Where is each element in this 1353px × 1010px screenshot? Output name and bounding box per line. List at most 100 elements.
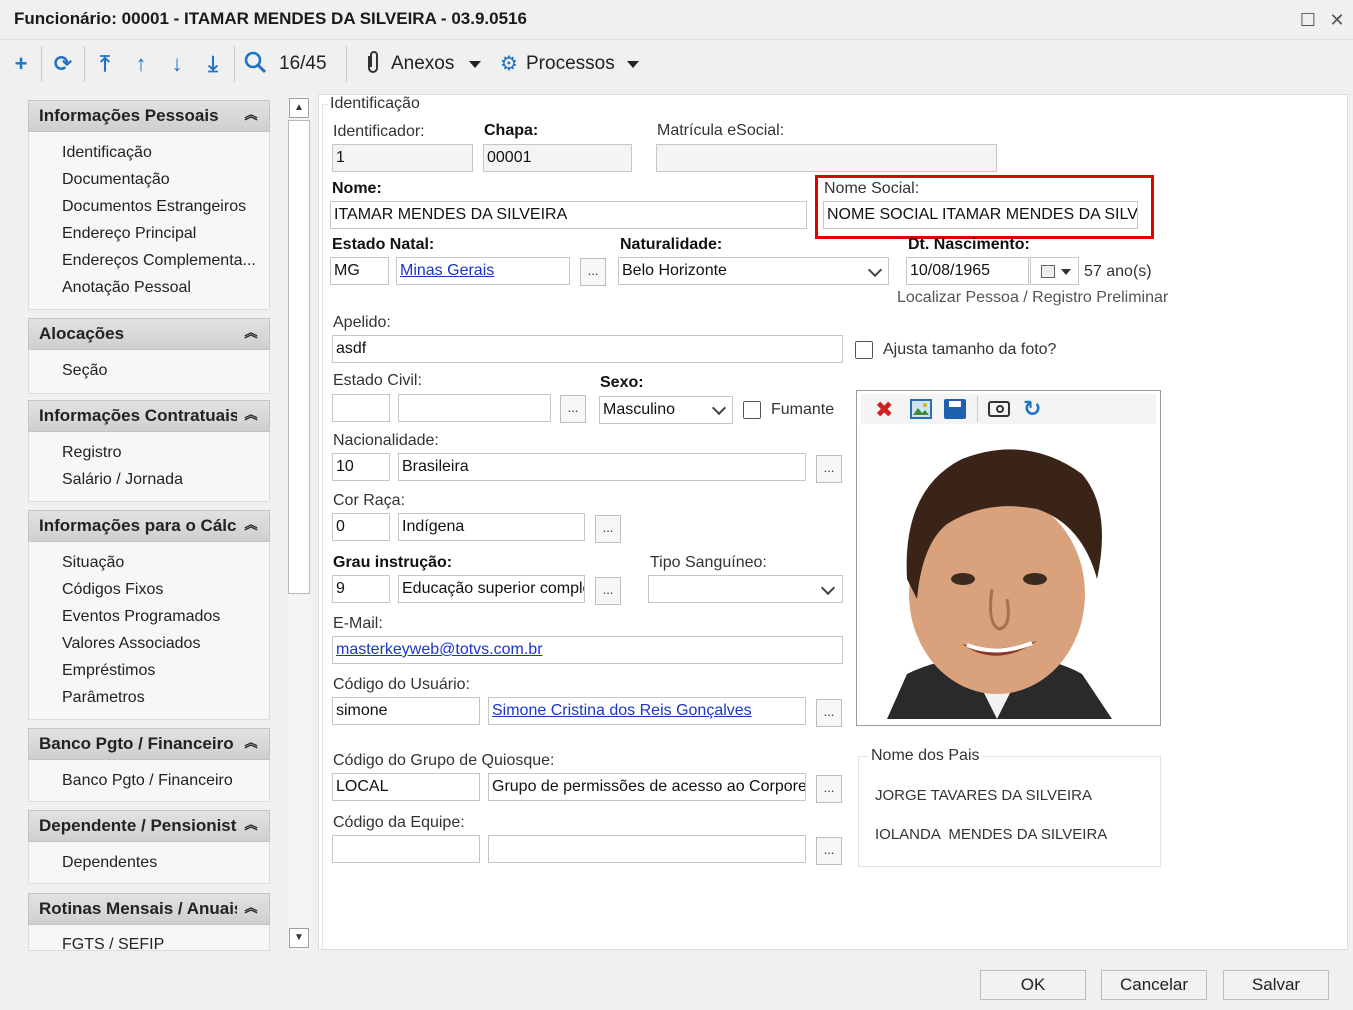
- sidebar-item-dependentes[interactable]: Dependentes: [62, 854, 157, 872]
- grau-instrucao-name[interactable]: Educação superior completa: [398, 575, 585, 603]
- refresh-icon[interactable]: ⟳: [49, 50, 77, 78]
- sidebar-item-anotacao-pessoal[interactable]: Anotação Pessoal: [62, 279, 191, 297]
- collapse-icon[interactable]: ︽: [241, 515, 261, 535]
- nacionalidade-name[interactable]: Brasileira: [398, 453, 806, 481]
- email-field[interactable]: masterkeyweb@totvs.com.br: [332, 636, 843, 664]
- collapse-icon[interactable]: ︽: [241, 323, 261, 343]
- collapse-icon[interactable]: ︽: [241, 405, 261, 425]
- section-header-banco-pgto[interactable]: Banco Pgto / Financeiro ︽: [28, 728, 270, 760]
- codigo-usuario-browse-button[interactable]: ...: [816, 699, 842, 727]
- estado-natal-name[interactable]: Minas Gerais: [396, 257, 570, 285]
- matricula-field[interactable]: [656, 144, 997, 172]
- equipe-name[interactable]: [488, 835, 806, 863]
- localizar-pessoa-link[interactable]: Localizar Pessoa / Registro Preliminar: [897, 289, 1168, 307]
- delete-photo-icon[interactable]: ✖: [875, 397, 893, 423]
- sidebar-item-banco-pgto[interactable]: Banco Pgto / Financeiro: [62, 772, 233, 790]
- close-icon[interactable]: ✕: [1325, 8, 1349, 32]
- scrollbar-thumb[interactable]: [288, 120, 310, 594]
- dt-nascimento-label: Dt. Nascimento:: [908, 236, 1030, 253]
- tipo-sanguineo-select[interactable]: [648, 575, 843, 603]
- estado-natal-code[interactable]: MG: [330, 257, 389, 285]
- scroll-down-icon[interactable]: ▼: [289, 928, 309, 948]
- sidebar-item-identificacao[interactable]: Identificação: [62, 144, 152, 162]
- processes-menu[interactable]: Processos: [526, 53, 615, 75]
- apelido-field[interactable]: asdf: [332, 335, 843, 363]
- paperclip-icon[interactable]: [359, 50, 387, 78]
- section-header-alocacoes[interactable]: Alocações ︽: [28, 318, 270, 350]
- sidebar-item-registro[interactable]: Registro: [62, 444, 122, 462]
- dt-nascimento-field[interactable]: 10/08/1965: [906, 257, 1029, 285]
- maximize-icon[interactable]: ☐: [1296, 8, 1320, 32]
- grau-instrucao-browse-button[interactable]: ...: [595, 577, 621, 605]
- nacionalidade-browse-button[interactable]: ...: [816, 455, 842, 483]
- ajusta-foto-checkbox[interactable]: [855, 341, 873, 359]
- section-header-informacoes-contratuais[interactable]: Informações Contratuais ︽: [28, 400, 270, 432]
- first-record-icon[interactable]: ⤒: [91, 50, 119, 78]
- sidebar-item-secao[interactable]: Seção: [62, 362, 107, 380]
- calendar-button[interactable]: [1030, 257, 1079, 285]
- chevron-down-icon[interactable]: [627, 61, 639, 68]
- estado-civil-browse-button[interactable]: ...: [560, 395, 586, 423]
- scroll-up-icon[interactable]: ▲: [289, 98, 309, 118]
- estado-civil-code[interactable]: [332, 394, 390, 422]
- sidebar-item-enderecos-complementares[interactable]: Endereços Complementa...: [62, 252, 256, 270]
- fumante-checkbox[interactable]: [743, 401, 761, 419]
- cor-raca-browse-button[interactable]: ...: [595, 515, 621, 543]
- sidebar-item-eventos-programados[interactable]: Eventos Programados: [62, 608, 220, 626]
- sidebar-item-fgts-sefip[interactable]: FGTS / SEFIP: [62, 936, 164, 954]
- sidebar-item-codigos-fixos[interactable]: Códigos Fixos: [62, 581, 163, 599]
- grupo-quiosque-name[interactable]: Grupo de permissões de acesso ao Corpore…: [488, 773, 806, 801]
- equipe-browse-button[interactable]: ...: [816, 837, 842, 865]
- toolbar-separator: [977, 396, 978, 422]
- sidebar-item-situacao[interactable]: Situação: [62, 554, 124, 572]
- identificador-field[interactable]: 1: [332, 144, 473, 172]
- previous-record-icon[interactable]: ↑: [127, 50, 155, 78]
- chapa-field[interactable]: 00001: [483, 144, 632, 172]
- image-icon[interactable]: [910, 399, 932, 419]
- grau-instrucao-code[interactable]: 9: [332, 575, 390, 603]
- search-icon[interactable]: [241, 50, 269, 78]
- grupo-quiosque-browse-button[interactable]: ...: [816, 775, 842, 803]
- section-header-informacoes-pessoais[interactable]: Informações Pessoais ︽: [28, 100, 270, 132]
- camera-icon[interactable]: [988, 401, 1010, 417]
- collapse-icon[interactable]: ︽: [241, 898, 261, 918]
- chevron-down-icon[interactable]: [469, 61, 481, 68]
- naturalidade-select[interactable]: Belo Horizonte: [618, 257, 889, 285]
- sidebar-item-salario-jornada[interactable]: Salário / Jornada: [62, 471, 183, 489]
- grupo-quiosque-code[interactable]: LOCAL: [332, 773, 480, 801]
- nacionalidade-code[interactable]: 10: [332, 453, 390, 481]
- sidebar-item-documentos-estrangeiros[interactable]: Documentos Estrangeiros: [62, 198, 246, 216]
- equipe-code[interactable]: [332, 835, 480, 863]
- apelido-label: Apelido:: [333, 314, 391, 331]
- collapse-icon[interactable]: ︽: [241, 105, 261, 125]
- next-record-icon[interactable]: ↓: [163, 50, 191, 78]
- section-header-rotinas-mensais[interactable]: Rotinas Mensais / Anuais ︽: [28, 893, 270, 925]
- attachments-menu[interactable]: Anexos: [391, 53, 454, 75]
- collapse-icon[interactable]: ︽: [241, 733, 261, 753]
- sidebar-item-valores-associados[interactable]: Valores Associados: [62, 635, 200, 653]
- gear-icon[interactable]: ⚙: [495, 50, 523, 78]
- add-icon[interactable]: +: [7, 50, 35, 78]
- sidebar-item-documentacao[interactable]: Documentação: [62, 171, 170, 189]
- cor-raca-name[interactable]: Indígena: [398, 513, 585, 541]
- sexo-select[interactable]: Masculino: [599, 396, 733, 424]
- collapse-icon[interactable]: ︽: [241, 815, 261, 835]
- rotate-icon[interactable]: ↻: [1023, 396, 1041, 422]
- cancel-button[interactable]: Cancelar: [1101, 970, 1207, 1000]
- cor-raca-code[interactable]: 0: [332, 513, 390, 541]
- sidebar-item-parametros[interactable]: Parâmetros: [62, 689, 145, 707]
- section-header-informacoes-calculo[interactable]: Informações para o Cálculo ︽: [28, 510, 270, 542]
- section-header-dependente[interactable]: Dependente / Pensionista ︽: [28, 810, 270, 842]
- sidebar-item-endereco-principal[interactable]: Endereço Principal: [62, 225, 196, 243]
- save-button[interactable]: Salvar: [1223, 970, 1329, 1000]
- save-photo-icon[interactable]: [944, 399, 966, 419]
- ok-button[interactable]: OK: [980, 970, 1086, 1000]
- estado-civil-name[interactable]: [398, 394, 551, 422]
- codigo-usuario-name[interactable]: Simone Cristina dos Reis Gonçalves: [488, 697, 806, 725]
- estado-natal-label: Estado Natal:: [332, 236, 435, 253]
- codigo-usuario-code[interactable]: simone: [332, 697, 480, 725]
- sidebar-item-emprestimos[interactable]: Empréstimos: [62, 662, 155, 680]
- nome-field[interactable]: ITAMAR MENDES DA SILVEIRA: [330, 201, 807, 229]
- last-record-icon[interactable]: ⤓: [199, 50, 227, 78]
- estado-natal-browse-button[interactable]: ...: [580, 258, 606, 286]
